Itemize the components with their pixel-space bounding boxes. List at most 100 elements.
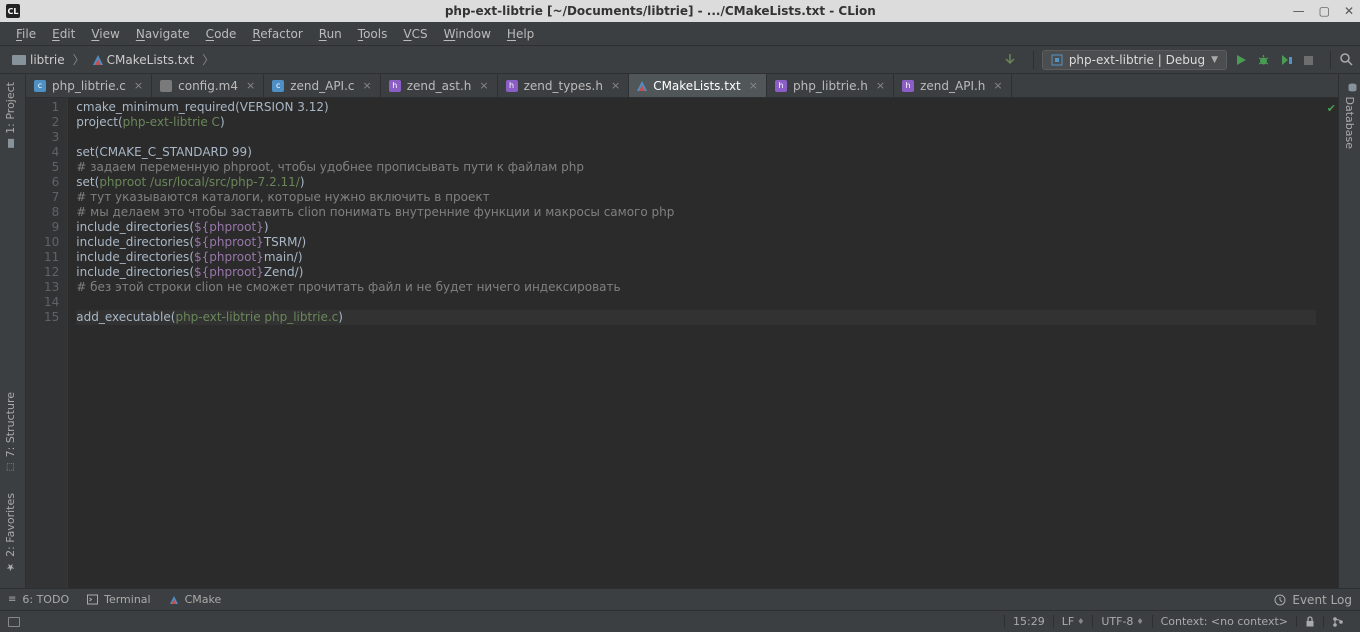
line-separator[interactable]: LF♦ <box>1053 615 1093 628</box>
run-configuration-label: php-ext-libtrie | Debug <box>1069 53 1205 67</box>
menu-edit[interactable]: Edit <box>44 25 83 43</box>
tab-zend-api-c[interactable]: c zend_API.c × <box>264 74 381 97</box>
code-line: # мы делаем это чтобы заставить clion по… <box>76 205 674 219</box>
context-label: Context: <no context> <box>1161 615 1288 628</box>
vcs-widget[interactable] <box>1323 616 1352 628</box>
menu-navigate[interactable]: Navigate <box>128 25 198 43</box>
tab-php-libtrie-c[interactable]: cphp_libtrie.c× <box>26 74 152 97</box>
cmake-icon <box>637 81 647 91</box>
file-encoding-label: UTF-8 <box>1101 615 1133 628</box>
target-icon <box>1051 54 1063 66</box>
tool-window-database-label: Database <box>1343 97 1356 150</box>
build-button[interactable] <box>1003 52 1017 67</box>
code-line: include_directories(${phproot}) <box>76 220 268 234</box>
tool-window-project-label: 1: Project <box>4 82 17 134</box>
menu-vcs[interactable]: VCS <box>395 25 435 43</box>
code-area[interactable]: cmake_minimum_required(VERSION 3.12) pro… <box>68 98 1324 610</box>
menu-code[interactable]: Code <box>198 25 245 43</box>
caret-position[interactable]: 15:29 <box>1004 615 1053 628</box>
close-tab-icon[interactable]: × <box>749 79 758 92</box>
breadcrumb-file[interactable]: CMakeLists.txt <box>87 51 201 69</box>
gutter-line-numbers: 123456789101112131415 <box>26 98 68 610</box>
code-line: project(php-ext-libtrie C) <box>76 115 224 129</box>
close-button[interactable]: ✕ <box>1344 4 1354 18</box>
tool-window-structure[interactable]: ⬚ 7: Structure <box>0 384 21 479</box>
breadcrumb: libtrie 〉 CMakeLists.txt 〉 <box>6 51 214 69</box>
h-file-icon: h <box>506 80 518 92</box>
status-bar: 15:29 LF♦ UTF-8♦ Context: <no context> <box>0 610 1360 632</box>
tool-window-structure-label: 7: Structure <box>4 392 17 457</box>
chevron-down-icon: ▼ <box>1211 55 1218 65</box>
tab-zend-ast-h[interactable]: hzend_ast.h× <box>381 74 498 97</box>
run-with-coverage-button[interactable] <box>1280 53 1293 67</box>
tool-window-todo[interactable]: ≡ 6: TODO <box>8 593 69 606</box>
close-tab-icon[interactable]: × <box>363 79 372 92</box>
close-tab-icon[interactable]: × <box>246 79 255 92</box>
menu-tools[interactable]: Tools <box>350 25 396 43</box>
menu-run[interactable]: Run <box>311 25 350 43</box>
code-line: include_directories(${phproot}Zend/) <box>76 265 303 279</box>
minimize-button[interactable]: — <box>1293 4 1305 18</box>
tool-windows-toggle[interactable] <box>8 617 20 627</box>
tab-label: php_libtrie.h <box>793 79 868 93</box>
tab-label: php_libtrie.c <box>52 79 126 93</box>
close-tab-icon[interactable]: × <box>479 79 488 92</box>
file-encoding[interactable]: UTF-8♦ <box>1092 615 1151 628</box>
app-icon: CL <box>6 4 20 18</box>
caret-position-label: 15:29 <box>1013 615 1045 628</box>
tab-zend-api-h[interactable]: hzend_API.h× <box>894 74 1012 97</box>
menu-window[interactable]: Window <box>436 25 499 43</box>
event-log-label: Event Log <box>1292 593 1352 607</box>
tab-php-libtrie-h[interactable]: hphp_libtrie.h× <box>767 74 894 97</box>
code-line: set(CMAKE_C_STANDARD 99) <box>76 145 252 159</box>
tool-window-cmake-label: CMake <box>185 593 222 606</box>
title-bar: CL php-ext-libtrie [~/Documents/libtrie]… <box>0 0 1360 22</box>
menu-help[interactable]: Help <box>499 25 542 43</box>
context-widget[interactable]: Context: <no context> <box>1152 615 1296 628</box>
close-tab-icon[interactable]: × <box>993 79 1002 92</box>
menu-refactor[interactable]: Refactor <box>244 25 310 43</box>
close-tab-icon[interactable]: × <box>611 79 620 92</box>
tab-label: zend_API.c <box>290 79 354 93</box>
tab-zend-types-h[interactable]: hzend_types.h× <box>498 74 630 97</box>
run-configuration-dropdown[interactable]: php-ext-libtrie | Debug ▼ <box>1042 50 1227 70</box>
close-tab-icon[interactable]: × <box>876 79 885 92</box>
maximize-button[interactable]: ▢ <box>1319 4 1330 18</box>
run-button[interactable] <box>1235 53 1247 67</box>
cmake-icon <box>170 596 178 604</box>
code-line: include_directories(${phproot}main/) <box>76 250 302 264</box>
c-file-icon: c <box>272 80 284 92</box>
file-icon <box>160 80 172 92</box>
breadcrumb-project[interactable]: libtrie <box>6 51 71 69</box>
tab-config-m4[interactable]: config.m4× <box>152 74 264 97</box>
debug-button[interactable] <box>1257 53 1270 67</box>
error-stripe: ✔ <box>1324 98 1338 610</box>
navigation-toolbar: libtrie 〉 CMakeLists.txt 〉 php-ext-libtr… <box>0 46 1360 74</box>
search-everywhere-button[interactable] <box>1339 52 1354 68</box>
window-controls: — ▢ ✕ <box>1293 4 1354 18</box>
tool-window-terminal[interactable]: Terminal <box>87 593 151 606</box>
h-file-icon: h <box>389 80 401 92</box>
tool-window-todo-label: 6: TODO <box>22 593 69 606</box>
menu-view[interactable]: View <box>83 25 127 43</box>
tool-window-project[interactable]: 1: Project <box>0 74 21 157</box>
menu-file[interactable]: File <box>8 25 44 43</box>
tool-window-cmake[interactable]: CMake <box>169 593 222 606</box>
code-line: # без этой строки clion не сможет прочит… <box>76 280 620 294</box>
folder-icon <box>12 55 26 65</box>
tool-window-terminal-label: Terminal <box>104 593 151 606</box>
h-file-icon: h <box>902 80 914 92</box>
code-line: # тут указываются каталоги, которые нужн… <box>76 190 489 204</box>
tool-window-favorites[interactable]: ★ 2: Favorites <box>0 485 21 580</box>
tool-window-event-log[interactable]: Event Log <box>1274 593 1352 607</box>
tool-window-favorites-label: 2: Favorites <box>4 493 17 557</box>
tool-window-database[interactable]: Database <box>1339 74 1360 157</box>
editor-tabs: c php_libtrie.c × config.m4×c zend_API.c × h z… <box>26 74 1360 98</box>
editor: 123456789101112131415 cmake_minimum_requ… <box>26 98 1338 610</box>
read-only-toggle[interactable] <box>1296 616 1323 627</box>
window-title: php-ext-libtrie [~/Documents/libtrie] - … <box>28 4 1293 18</box>
stop-button[interactable] <box>1303 53 1314 67</box>
close-tab-icon[interactable]: × <box>134 79 143 92</box>
tab-cmakelists-txt[interactable]: CMakeLists.txt× <box>629 74 767 97</box>
menu-bar: FileEditViewNavigateCodeRefactorRunTools… <box>0 22 1360 46</box>
